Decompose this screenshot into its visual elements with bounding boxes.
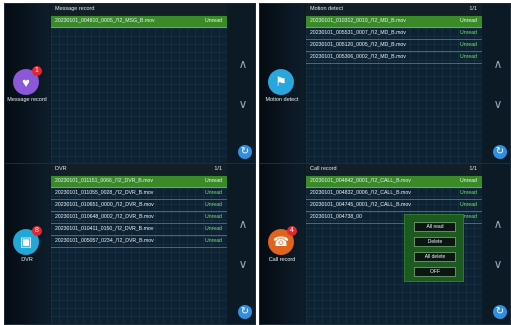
- unread-badge: 4: [287, 226, 297, 236]
- title-bar: Motion detect 1/1: [306, 4, 482, 15]
- person-motion-icon[interactable]: ⚑: [268, 69, 294, 95]
- chevron-down-icon[interactable]: ∨: [237, 98, 249, 110]
- file-name: 20230101_004832_0006_/'I2_CALL_B.mov: [310, 190, 411, 196]
- list-item[interactable]: 20230101_010648_0002_/'I2_DVR_B.mov Unre…: [51, 212, 227, 224]
- record-list-area: Call record 1/1 20230101_004842_0001_/'I…: [306, 164, 482, 324]
- list-item[interactable]: 20230101_011055_0028_/'I2_DVR_B.mov Unre…: [51, 188, 227, 200]
- list-item[interactable]: 20230101_004810_0005_/'I2_MSG_B.mov Unre…: [51, 16, 227, 28]
- file-name: 20230101_005306_0002_/'I2_MD_B.mov: [310, 54, 406, 60]
- list-item[interactable]: 20230101_004832_0006_/'I2_CALL_B.mov Unr…: [306, 188, 482, 200]
- title-bar: Call record 1/1: [306, 164, 482, 175]
- chevron-up-icon[interactable]: ∧: [237, 218, 249, 230]
- chevron-down-icon[interactable]: ∨: [237, 258, 249, 270]
- phone-call-icon[interactable]: ☎ 4: [268, 226, 297, 255]
- chevron-up-icon[interactable]: ∧: [492, 218, 504, 230]
- side-nav: ♥ 1 Message record: [5, 4, 49, 164]
- chevron-up-icon[interactable]: ∧: [492, 58, 504, 70]
- off-button[interactable]: OFF: [414, 267, 456, 277]
- status-label: Unread: [459, 42, 477, 48]
- all-read-button[interactable]: All read: [414, 222, 456, 232]
- list-title: Call record: [310, 166, 337, 172]
- file-name: 20230101_011055_0028_/'I2_DVR_B.mov: [55, 190, 154, 196]
- status-label: Unread: [459, 190, 477, 196]
- file-name: 20230101_010651_0000_/'I2_DVR_B.mov: [55, 202, 154, 208]
- all-delete-button[interactable]: All delete: [414, 252, 456, 262]
- call-record-screen: ☎ 4 Call record Call record 1/1 20230101…: [259, 163, 511, 325]
- file-name: 20230101_010312_0019_/'I2_MD_B.mov: [310, 18, 406, 24]
- chevron-up-icon[interactable]: ∧: [237, 58, 249, 70]
- list-item[interactable]: 20230101_010411_0150_/'I2_DVR_B.mov Unre…: [51, 224, 227, 236]
- message-record-screen: ♥ 1 Message record Message record 202301…: [4, 3, 256, 165]
- back-icon[interactable]: ↻: [493, 145, 507, 159]
- file-name: 20230101_004745_0001_/'I2_CALL_B.mov: [310, 202, 411, 208]
- status-label: Unread: [204, 226, 222, 232]
- side-nav: ☎ 4 Call record: [260, 164, 304, 324]
- context-menu: All read Delete All delete OFF: [404, 214, 464, 282]
- chevron-down-icon[interactable]: ∨: [492, 258, 504, 270]
- record-list-area: DVR 1/1 20230101_011151_0066_/'I2_DVR_B.…: [51, 164, 227, 324]
- file-name: 20230101_004842_0001_/'I2_CALL_B.mov: [310, 178, 411, 184]
- list-item[interactable]: 20230101_011151_0066_/'I2_DVR_B.mov Unre…: [51, 176, 227, 188]
- title-bar: Message record: [51, 4, 227, 15]
- record-list-area: Message record 20230101_004810_0005_/'I2…: [51, 4, 227, 164]
- status-label: Unread: [459, 178, 477, 184]
- side-label: Call record: [268, 257, 296, 263]
- list-item[interactable]: 20230101_010312_0019_/'I2_MD_B.mov Unrea…: [306, 16, 482, 28]
- record-list: 20230101_010312_0019_/'I2_MD_B.mov Unrea…: [306, 16, 482, 64]
- page-indicator: 1/1: [214, 166, 222, 172]
- list-item[interactable]: 20230101_005531_0007_/'I2_MD_B.mov Unrea…: [306, 28, 482, 40]
- file-name: 20230101_004810_0005_/'I2_MSG_B.mov: [55, 18, 155, 24]
- file-name: 20230101_005120_0005_/'I2_MD_B.mov: [310, 42, 406, 48]
- back-icon[interactable]: ↻: [493, 305, 507, 319]
- list-item[interactable]: 20230101_005306_0002_/'I2_MD_B.mov Unrea…: [306, 52, 482, 64]
- page-indicator: 1/1: [469, 6, 477, 12]
- page-indicator: 1/1: [469, 166, 477, 172]
- record-list: 20230101_004810_0005_/'I2_MSG_B.mov Unre…: [51, 16, 227, 28]
- record-list-area: Motion detect 1/1 20230101_010312_0019_/…: [306, 4, 482, 164]
- title-bar: DVR 1/1: [51, 164, 227, 175]
- record-list: 20230101_011151_0066_/'I2_DVR_B.mov Unre…: [51, 176, 227, 248]
- file-name: 20230101_004738_00: [310, 214, 362, 220]
- unread-badge: 8: [32, 226, 42, 236]
- status-label: Unread: [459, 18, 477, 24]
- file-name: 20230101_011151_0066_/'I2_DVR_B.mov: [55, 178, 153, 184]
- side-label: DVR: [21, 257, 33, 263]
- status-label: Unread: [204, 18, 222, 24]
- list-item[interactable]: 20230101_004745_0001_/'I2_CALL_B.mov Unr…: [306, 200, 482, 212]
- file-name: 20230101_010648_0002_/'I2_DVR_B.mov: [55, 214, 154, 220]
- motion-detect-screen: ⚑ Motion detect Motion detect 1/1 202301…: [259, 3, 511, 165]
- list-title: Message record: [55, 6, 95, 12]
- side-nav: ⚑ Motion detect: [260, 4, 304, 164]
- list-item[interactable]: 20230101_010651_0000_/'I2_DVR_B.mov Unre…: [51, 200, 227, 212]
- list-title: DVR: [55, 166, 67, 172]
- status-label: Unread: [459, 54, 477, 60]
- delete-button[interactable]: Delete: [414, 237, 456, 247]
- dvr-icon[interactable]: ▣ 8: [13, 226, 42, 255]
- list-item[interactable]: 20230101_005057_0234_/'I2_DVR_B.mov Unre…: [51, 236, 227, 248]
- unread-badge: 1: [32, 66, 42, 76]
- status-label: Unread: [204, 178, 222, 184]
- status-label: Unread: [459, 30, 477, 36]
- status-label: Unread: [459, 202, 477, 208]
- chevron-down-icon[interactable]: ∨: [492, 98, 504, 110]
- list-item[interactable]: 20230101_004842_0001_/'I2_CALL_B.mov Unr…: [306, 176, 482, 188]
- status-label: Unread: [204, 202, 222, 208]
- list-title: Motion detect: [310, 6, 344, 12]
- status-label: Unread: [204, 238, 222, 244]
- side-label: Motion detect: [265, 97, 299, 103]
- back-icon[interactable]: ↻: [238, 145, 252, 159]
- status-label: Unread: [204, 190, 222, 196]
- list-item[interactable]: 20230101_005120_0005_/'I2_MD_B.mov Unrea…: [306, 40, 482, 52]
- dvr-screen: ▣ 8 DVR DVR 1/1 20230101_011151_0066_/'I…: [4, 163, 256, 325]
- status-label: Unread: [204, 214, 222, 220]
- heart-message-icon[interactable]: ♥ 1: [13, 66, 42, 95]
- file-name: 20230101_005531_0007_/'I2_MD_B.mov: [310, 30, 406, 36]
- back-icon[interactable]: ↻: [238, 305, 252, 319]
- side-label: Message record: [7, 97, 47, 103]
- file-name: 20230101_010411_0150_/'I2_DVR_B.mov: [55, 226, 154, 232]
- file-name: 20230101_005057_0234_/'I2_DVR_B.mov: [55, 238, 154, 244]
- side-nav: ▣ 8 DVR: [5, 164, 49, 324]
